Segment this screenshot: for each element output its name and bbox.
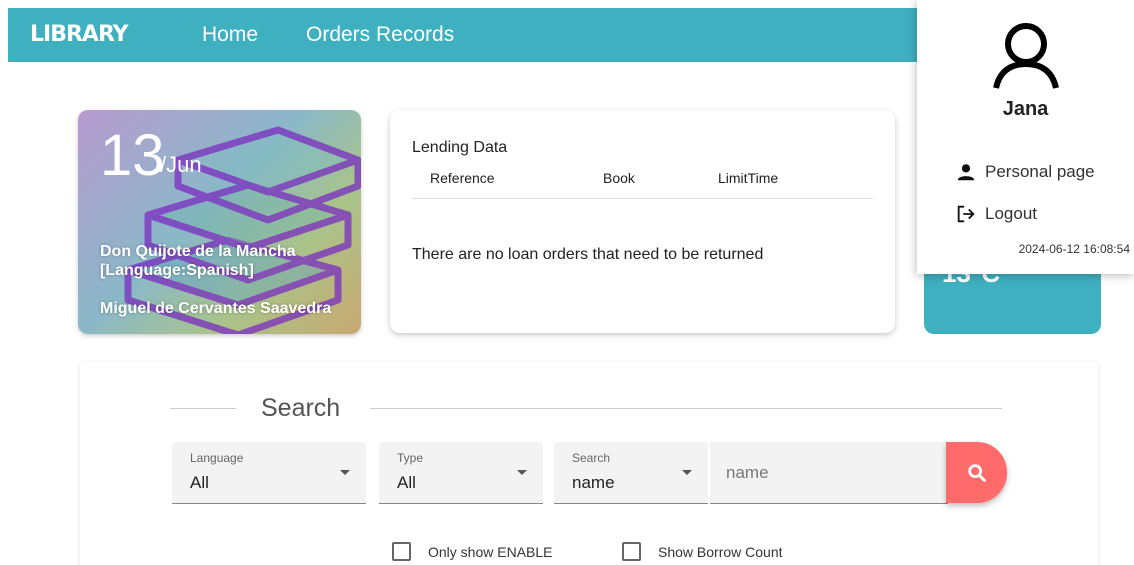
type-select-value: All (397, 473, 416, 492)
search-icon (967, 463, 986, 482)
brand-logo[interactable]: LIBRARY (30, 22, 129, 47)
date-month: /Jun (160, 152, 202, 177)
user-dropdown-panel: Jana Personal page Logout 2024-06-12 16:… (917, 0, 1134, 274)
type-select[interactable]: Type All (379, 442, 543, 504)
user-name: Jana (1002, 98, 1049, 120)
column-reference: Reference (430, 170, 495, 186)
column-limittime: LimitTime (718, 170, 779, 186)
search-field-label: Search (572, 451, 611, 465)
personal-page-link[interactable]: Personal page (955, 160, 1095, 184)
nav-home-link[interactable]: Home (202, 23, 258, 47)
nav-orders-records-link[interactable]: Orders Records (306, 23, 454, 47)
column-book: Book (603, 170, 635, 186)
book-title: Don Quijote de la Mancha (100, 243, 296, 260)
top-navbar: LIBRARY Home Orders Records (8, 8, 920, 62)
book-language: [Language:Spanish] (100, 262, 254, 279)
checkbox-box[interactable] (392, 542, 411, 561)
search-field-value: name (572, 473, 615, 492)
date-day: 13 (100, 123, 165, 188)
legend-divider-right (370, 408, 1002, 409)
current-timestamp: 2024-06-12 16:08:54 (1018, 242, 1130, 256)
only-show-enable-label: Only show ENABLE (428, 543, 553, 560)
search-panel: Search Language All Type All Search name… (80, 362, 1098, 565)
search-button[interactable] (946, 442, 1007, 503)
search-legend: Search (261, 394, 341, 422)
legend-divider-left (170, 408, 236, 409)
type-select-label: Type (397, 451, 424, 465)
lending-table-header: Reference Book LimitTime (412, 170, 873, 199)
logout-link[interactable]: Logout (955, 202, 1037, 226)
logout-icon (957, 205, 975, 223)
featured-book-card[interactable]: 13 /Jun Don Quijote de la Mancha [Langua… (78, 110, 361, 334)
search-field-select[interactable]: Search name (554, 442, 708, 504)
checkbox-box[interactable] (622, 542, 641, 561)
lending-data-card: Lending Data Reference Book LimitTime Th… (390, 110, 895, 333)
dropdown-arrow-icon (682, 470, 692, 475)
language-select[interactable]: Language All (172, 442, 366, 504)
lending-title: Lending Data (412, 139, 508, 156)
lending-empty-message: There are no loan orders that need to be… (412, 246, 764, 263)
logout-label: Logout (985, 204, 1037, 223)
user-avatar-icon (993, 23, 1059, 89)
show-borrow-count-checkbox[interactable]: Show Borrow Count (622, 542, 783, 561)
person-icon (957, 164, 975, 181)
language-select-label: Language (190, 451, 244, 465)
show-borrow-count-label: Show Borrow Count (658, 543, 783, 560)
only-show-enable-checkbox[interactable]: Only show ENABLE (392, 542, 553, 561)
dropdown-arrow-icon (517, 470, 527, 475)
book-author: Miguel de Cervantes Saavedra (100, 300, 332, 317)
search-input[interactable] (710, 442, 948, 504)
dropdown-arrow-icon (340, 470, 350, 475)
language-select-value: All (190, 473, 209, 492)
personal-page-label: Personal page (985, 162, 1095, 181)
